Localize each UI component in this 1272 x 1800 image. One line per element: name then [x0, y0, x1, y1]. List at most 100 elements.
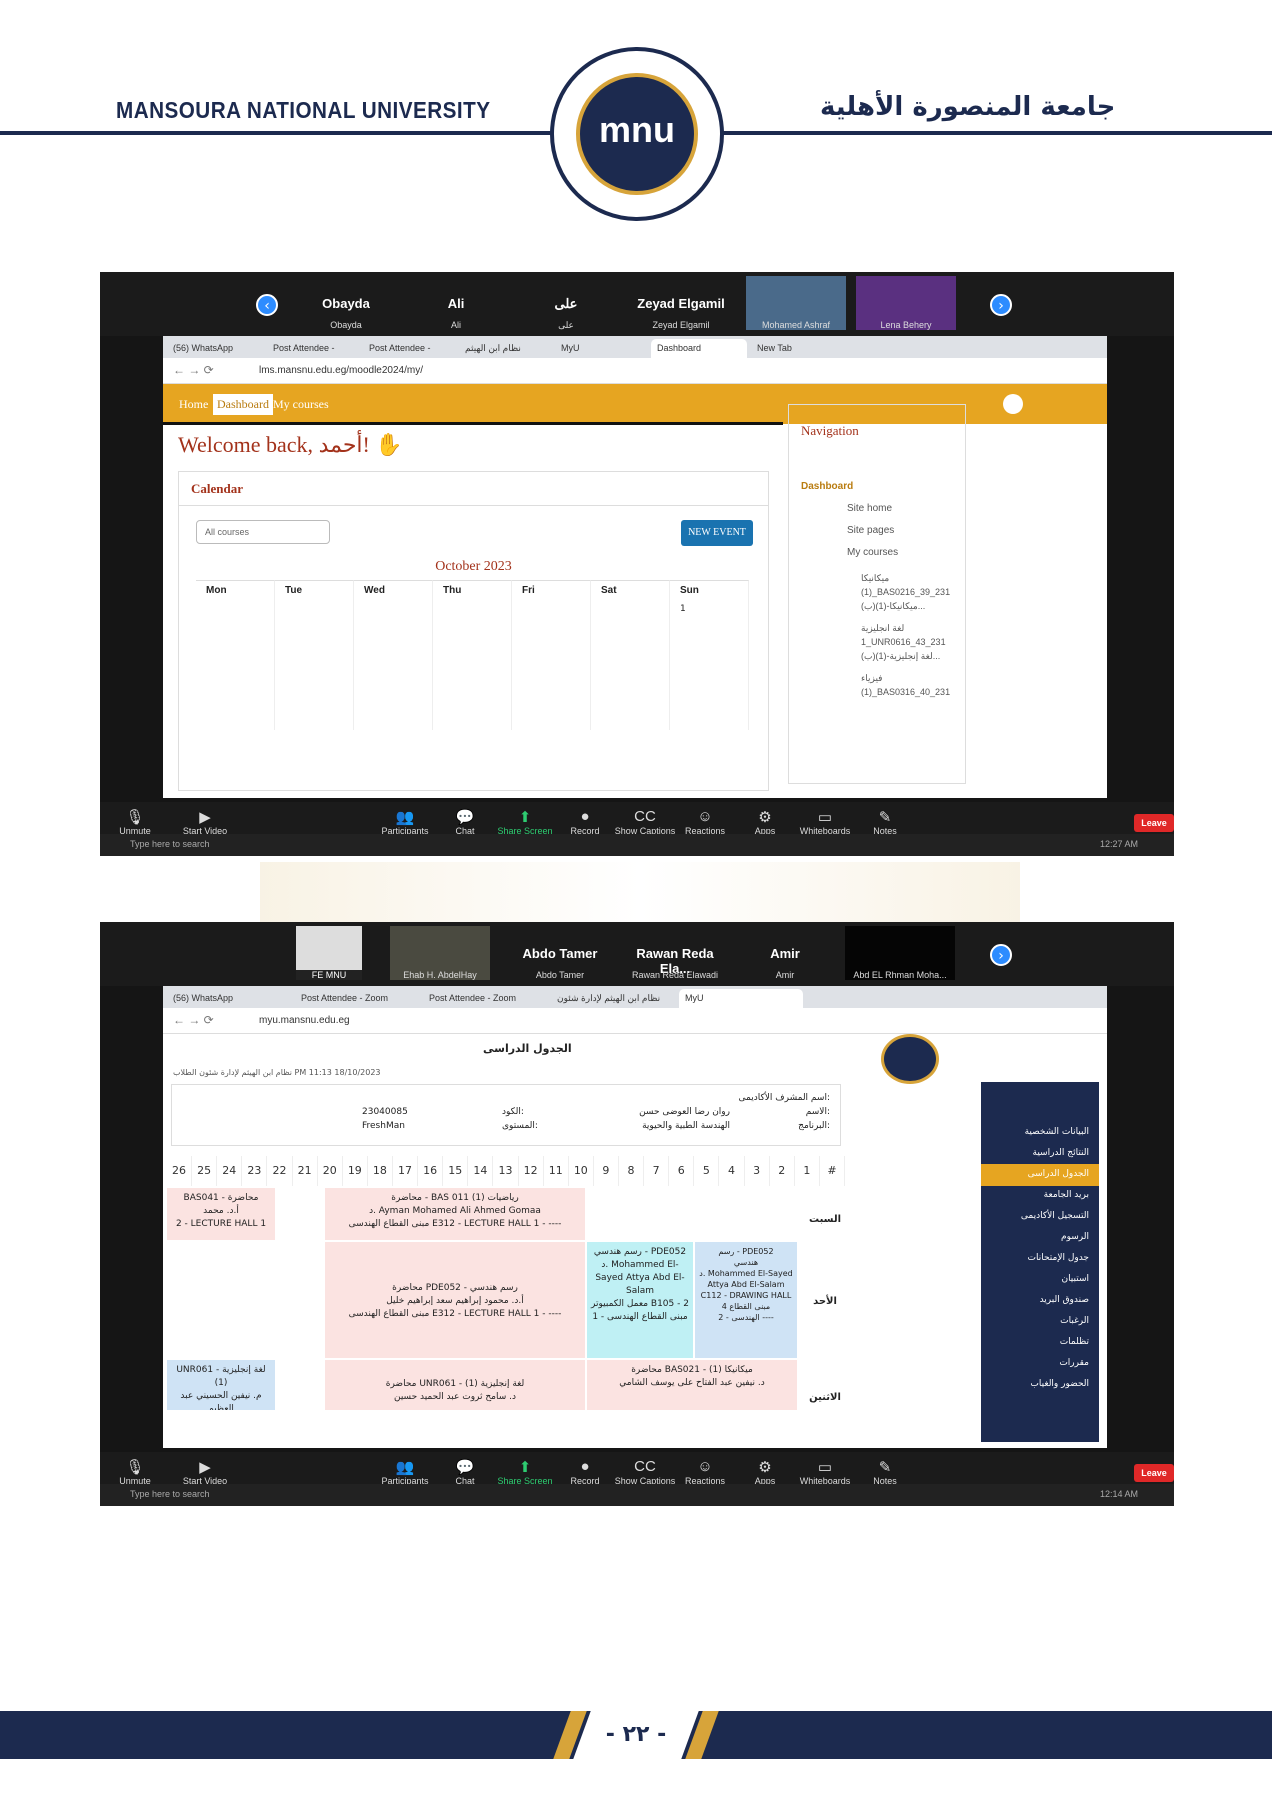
new-event-button[interactable]: NEW EVENT — [681, 520, 753, 546]
leave-button[interactable]: Leave — [1134, 814, 1174, 832]
sidebar-item[interactable]: مقررات — [981, 1353, 1099, 1375]
taskbar-search[interactable]: Type here to search — [130, 839, 210, 849]
sidebar-item[interactable]: صندوق البريد — [981, 1290, 1099, 1312]
nav-dashboard-node[interactable]: Dashboard — [801, 481, 853, 492]
url-text[interactable]: lms.mansnu.edu.eg/moodle2024/my/ — [259, 365, 423, 376]
wave-hand-icon: ✋ — [375, 432, 403, 457]
class-cell: رسم هندسي - PDE052 د. Mohammed El-Sayed … — [587, 1242, 693, 1358]
browser-tab[interactable]: MyU — [555, 339, 647, 358]
address-bar[interactable]: ← → ⟳ myu.mansnu.edu.eg — [163, 1008, 1107, 1034]
taskbar-search[interactable]: Type here to search — [130, 1489, 210, 1499]
nav-site-pages[interactable]: Site pages — [847, 525, 894, 536]
start-video-button[interactable]: ▶ Start Video — [170, 808, 240, 836]
nav-site-home[interactable]: Site home — [847, 503, 892, 514]
participant-tile: على على — [554, 296, 578, 330]
sidebar-item[interactable]: الرغبات — [981, 1311, 1099, 1333]
weekday-header: Wed — [354, 580, 433, 730]
period-header: 15 — [443, 1156, 469, 1186]
unmute-button[interactable]: 🎙 Unmute — [100, 808, 170, 836]
class-cell: رسم - PDE052 هندسي د. Mohammed El-Sayed … — [695, 1242, 797, 1358]
browser-tab[interactable]: Post Attendee - Zoom — [295, 989, 419, 1008]
next-page-icon[interactable]: › — [990, 944, 1012, 966]
student-name: روان رضا العوضى حسن — [639, 1107, 730, 1117]
sidebar-item[interactable]: الجدول الدراسى — [981, 1164, 1099, 1186]
weekday-header: Fri — [512, 580, 591, 730]
tab-strip: (56) WhatsApp Post Attendee - Post Atten… — [163, 336, 1107, 358]
student-info-box: اسم المشرف الأكاديمى: الاسم: روان رضا ال… — [171, 1084, 841, 1146]
period-header: # — [820, 1156, 845, 1186]
calendar-block: Calendar All courses NEW EVENT October 2… — [178, 471, 769, 791]
page-title: الجدول الدراسى — [483, 1042, 572, 1055]
browser-tab[interactable]: نظام ابن الهيثم — [459, 339, 551, 358]
leave-button[interactable]: Leave — [1134, 1464, 1174, 1482]
calendar-date[interactable]: 1 — [680, 604, 686, 614]
next-page-icon[interactable]: › — [990, 294, 1012, 316]
period-header: 17 — [393, 1156, 419, 1186]
period-header: 21 — [293, 1156, 318, 1186]
page-number: - ٢٢ - — [605, 1722, 667, 1747]
url-text[interactable]: myu.mansnu.edu.eg — [259, 1015, 350, 1026]
sidebar-item[interactable]: التسجيل الأكاديمى — [981, 1206, 1099, 1228]
browser-tab[interactable]: Post Attendee - — [363, 339, 455, 358]
print-timestamp: PM 11:13 18/10/2023 نظام ابن الهيثم لإدا… — [173, 1068, 381, 1077]
unmute-button[interactable]: 🎙 Unmute — [100, 1458, 170, 1486]
browser-window: (56) WhatsApp Post Attendee - Post Atten… — [163, 336, 1107, 798]
period-header: 7 — [644, 1156, 670, 1186]
participant-tile: Lena Behery — [856, 276, 956, 330]
browser-tab[interactable]: نظام ابن الهيثم لإدارة شئون — [551, 989, 675, 1008]
period-header: 24 — [217, 1156, 243, 1186]
calendar-month: October 2023 — [435, 559, 512, 574]
browser-tab-active[interactable]: MyU — [679, 989, 803, 1008]
sidebar-item[interactable]: تظلمات — [981, 1332, 1099, 1354]
browser-tab[interactable]: New Tab — [751, 339, 843, 358]
period-header: 10 — [569, 1156, 594, 1186]
period-header: 25 — [192, 1156, 218, 1186]
course-link[interactable]: لغة انجليزية 1_UNR0616_43_231 (ب)(1)-لغة إ… — [861, 621, 946, 663]
browser-tab[interactable]: (56) WhatsApp — [167, 989, 291, 1008]
course-link[interactable]: ميكانيكا (1)_BAS0216_39_231 (ب)(1)-ميكانيك… — [861, 571, 950, 613]
period-header: 18 — [368, 1156, 393, 1186]
sidebar-item[interactable]: استبيان — [981, 1269, 1099, 1291]
day-label: الأحد — [813, 1296, 837, 1307]
browser-window: (56) WhatsApp Post Attendee - Zoom Post … — [163, 986, 1107, 1448]
sidebar-item[interactable]: البيانات الشخصية — [981, 1122, 1099, 1144]
period-header: 19 — [343, 1156, 368, 1186]
weekday-header: Sun — [670, 580, 749, 730]
period-header: 2 — [770, 1156, 795, 1186]
sidebar-item[interactable]: الرسوم — [981, 1227, 1099, 1249]
back-forward-reload-icons[interactable]: ← → ⟳ — [173, 1013, 214, 1027]
back-forward-reload-icons[interactable]: ← → ⟳ — [173, 363, 214, 377]
period-header: 14 — [468, 1156, 494, 1186]
weekday-header: Sat — [591, 580, 670, 730]
participant-tile: Abd EL Rhman Moha... — [845, 926, 955, 980]
nav-home[interactable]: Home — [179, 397, 208, 412]
user-avatar[interactable] — [1003, 394, 1023, 414]
class-cell: محاضرة UNR061 - لغة إنجليزية (1) د. سامح… — [325, 1360, 585, 1410]
sidebar-item[interactable]: الحضور والغياب — [981, 1374, 1099, 1396]
sidebar-item[interactable]: بريد الجامعة — [981, 1185, 1099, 1207]
nav-my-courses-node[interactable]: My courses — [847, 547, 898, 558]
browser-tab-active[interactable]: Dashboard — [651, 339, 747, 358]
browser-tab[interactable]: Post Attendee - — [267, 339, 359, 358]
start-video-button[interactable]: ▶ Start Video — [170, 1458, 240, 1486]
course-filter-select[interactable]: All courses — [196, 520, 330, 544]
weekday-header: Thu — [433, 580, 512, 730]
notes-button[interactable]: ✎ Notes — [850, 1458, 920, 1486]
period-header: 22 — [267, 1156, 293, 1186]
browser-tab[interactable]: (56) WhatsApp — [167, 339, 263, 358]
address-bar[interactable]: ← → ⟳ lms.mansnu.edu.eg/moodle2024/my/ — [163, 358, 1107, 384]
nav-my-courses[interactable]: My courses — [273, 397, 329, 412]
mnu-logo — [881, 1034, 939, 1084]
calendar-title: Calendar — [179, 472, 768, 506]
sidebar-item[interactable]: جدول الإمتحانات — [981, 1248, 1099, 1270]
period-header: 13 — [493, 1156, 519, 1186]
prev-page-icon[interactable]: ‹ — [256, 294, 278, 316]
course-link[interactable]: فيزياء (1)_BAS0316_40_231 — [861, 671, 950, 699]
notes-button[interactable]: ✎ Notes — [850, 808, 920, 836]
class-cell: UNR061 - لغة إنجليزية (1) م. نيفين الحسي… — [167, 1360, 275, 1410]
student-level: FreshMan — [362, 1121, 405, 1131]
student-code: 23040085 — [362, 1107, 408, 1117]
sidebar-item[interactable]: النتائج الدراسية — [981, 1143, 1099, 1165]
nav-dashboard[interactable]: Dashboard — [213, 394, 273, 415]
browser-tab[interactable]: Post Attendee - Zoom — [423, 989, 547, 1008]
